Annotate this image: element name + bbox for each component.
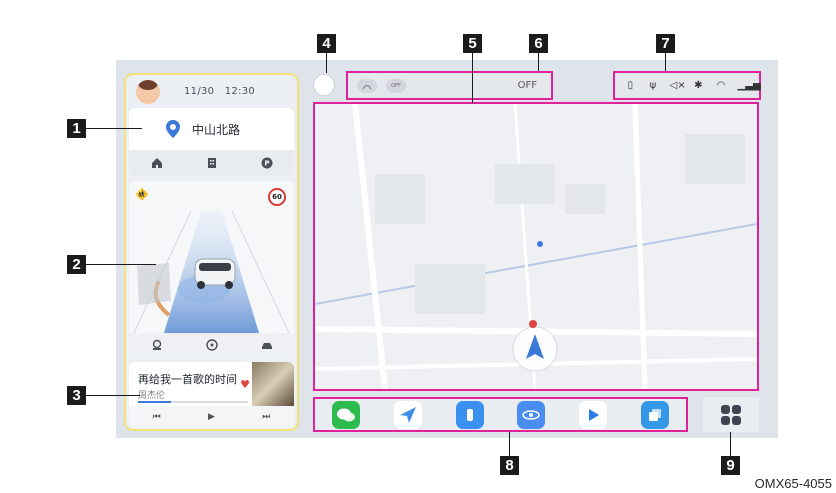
parking-icon[interactable]: P — [261, 157, 273, 169]
navigation-shortcuts: P — [129, 150, 294, 176]
song-title: 再给我一首歌的时间 — [138, 373, 237, 386]
album-art — [252, 362, 294, 406]
callout-2-leader — [86, 264, 156, 265]
favorite-heart-icon[interactable]: ♥ — [240, 378, 250, 391]
callout-3: 3 — [67, 386, 86, 405]
climate-status[interactable]: OFF — [518, 80, 537, 91]
next-track-button[interactable]: ⏭ — [262, 412, 270, 422]
datetime: 11/30 12:30 — [184, 86, 255, 97]
figure-code: OMX65-4055 — [754, 476, 832, 491]
location-pin-icon — [166, 120, 180, 138]
callout-2: 2 — [67, 255, 86, 274]
callout-5: 5 — [463, 34, 482, 53]
speed-limit-sign: 60 — [268, 188, 286, 206]
defrost-button[interactable] — [357, 78, 377, 93]
time-label: 12:30 — [224, 86, 256, 97]
music-progress-bar[interactable] — [138, 401, 248, 403]
navigation-card[interactable]: 中山北路 P — [129, 108, 294, 176]
callout-5-leader — [472, 53, 473, 103]
callout-7: 7 — [656, 34, 675, 53]
callout-1-leader — [86, 128, 142, 129]
callout-4: 4 — [317, 34, 336, 53]
date-label: 11/30 — [184, 86, 215, 97]
battery-icon: ▯ — [627, 80, 634, 91]
pedestrian-warning-icon: 🚸 — [135, 188, 151, 201]
playback-controls: ⏮ ▶ ⏭ — [129, 406, 294, 428]
adas-road-visualization — [133, 210, 290, 333]
callout-9-leader — [730, 432, 731, 456]
map-canvas — [315, 104, 757, 389]
usb-icon: ψ — [649, 80, 657, 91]
road-name: 中山北路 — [192, 122, 241, 137]
figure-frame: 11/30 12:30 中山北路 P 🚸 60 再给我一首歌的时间 周杰伦 ♥ … — [0, 0, 836, 493]
system-status-bar: ▯ ψ ◁× ✱ ◠ ▁▃▅ — [613, 71, 761, 100]
signal-icon: ▁▃▅ — [737, 80, 761, 91]
callout-3-leader — [86, 395, 140, 396]
defrost-icon — [362, 84, 372, 89]
climate-toggle[interactable]: OFF — [386, 78, 406, 93]
home-icon[interactable] — [151, 157, 163, 169]
user-avatar[interactable] — [136, 79, 160, 104]
car-icon[interactable] — [261, 339, 273, 351]
navigation-destination[interactable]: 中山北路 — [129, 114, 294, 144]
profile-button[interactable] — [313, 74, 335, 96]
wechat-app-icon[interactable] — [331, 400, 360, 429]
previous-track-button[interactable]: ⏮ — [153, 412, 161, 422]
camera-540-app-icon[interactable] — [517, 400, 546, 429]
bluetooth-icon: ✱ — [694, 80, 703, 91]
steering-wheel-icon[interactable] — [205, 339, 218, 351]
callout-1: 1 — [67, 119, 86, 138]
mute-icon: ◁× — [669, 80, 686, 91]
phone-app-icon[interactable] — [455, 400, 484, 429]
music-card[interactable]: 再给我一首歌的时间 周杰伦 ♥ ⏮ ▶ ⏭ — [129, 362, 294, 428]
callout-9: 9 — [721, 456, 740, 475]
left-panel: 11/30 12:30 中山北路 P 🚸 60 再给我一首歌的时间 周杰伦 ♥ … — [124, 73, 299, 431]
navigation-app-icon[interactable] — [393, 400, 422, 429]
callout-6-leader — [538, 53, 539, 71]
all-apps-button[interactable] — [703, 397, 759, 432]
artist-name: 周杰伦 — [138, 391, 166, 401]
left-header: 11/30 12:30 — [126, 75, 297, 108]
callout-8-leader — [509, 432, 510, 456]
adas-shortcuts — [129, 333, 294, 357]
callout-6: 6 — [529, 34, 548, 53]
play-button[interactable]: ▶ — [208, 412, 215, 422]
callout-8: 8 — [500, 456, 519, 475]
lane-assist-icon[interactable] — [151, 339, 163, 351]
callout-4-leader — [326, 53, 327, 73]
building-icon[interactable] — [206, 157, 218, 169]
adas-card[interactable]: 🚸 60 — [129, 181, 294, 357]
climate-bar: OFF OFF — [346, 71, 553, 100]
app-dock — [313, 397, 688, 432]
svg-text:P: P — [264, 160, 269, 168]
multitask-app-icon[interactable] — [641, 400, 670, 429]
grid-icon — [721, 404, 741, 425]
callout-7-leader — [665, 53, 666, 71]
wifi-icon: ◠ — [716, 80, 726, 91]
map-view[interactable] — [313, 102, 759, 391]
video-app-icon[interactable] — [579, 400, 608, 429]
